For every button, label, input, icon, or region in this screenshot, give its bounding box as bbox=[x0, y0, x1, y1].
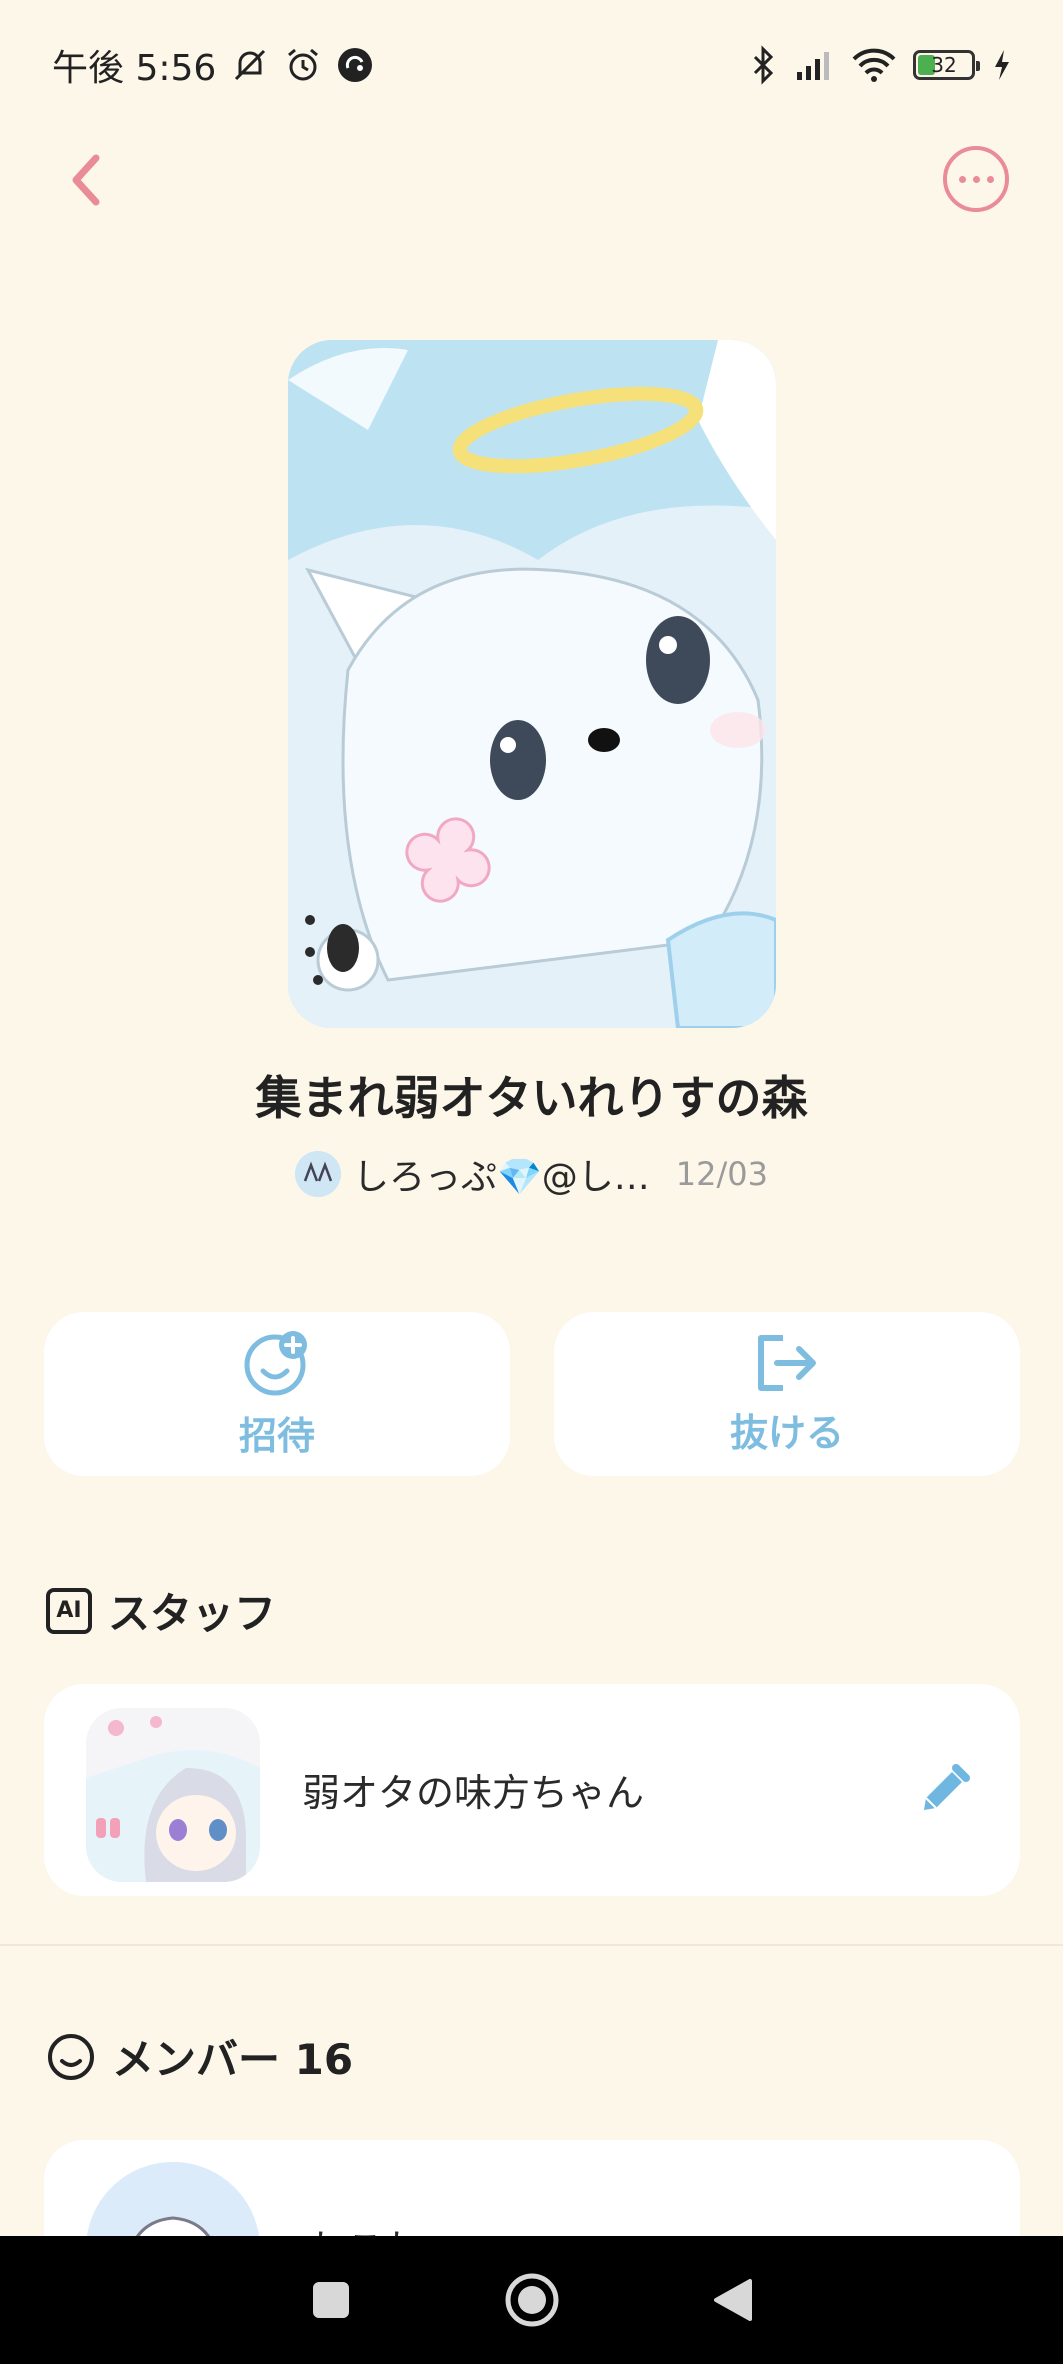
staff-section-heading: AI スタッフ bbox=[46, 1580, 276, 1641]
staff-name: 弱オタの味方ちゃん bbox=[302, 1771, 645, 1815]
system-back-button[interactable] bbox=[698, 2265, 768, 2335]
more-horizontal-icon bbox=[958, 175, 966, 183]
members-heading-label: メンバー 16 bbox=[112, 2035, 354, 2084]
system-nav-bar bbox=[0, 2236, 1063, 2364]
section-divider bbox=[0, 1944, 1063, 1946]
mute-icon bbox=[230, 45, 270, 85]
battery-icon: 32 bbox=[913, 50, 980, 80]
staff-list-item[interactable]: 弱オタの味方ちゃん bbox=[44, 1684, 1020, 1896]
bluetooth-icon bbox=[749, 45, 779, 85]
owner-row[interactable]: しろっぷ💎@し… 12/03 bbox=[0, 1148, 1063, 1200]
more-dot bbox=[972, 175, 980, 183]
charging-icon bbox=[991, 48, 1013, 82]
top-nav bbox=[0, 130, 1063, 226]
fox-illustration bbox=[288, 340, 776, 1028]
home-circle-icon bbox=[505, 2273, 558, 2327]
invite-button[interactable]: 招待 bbox=[44, 1312, 510, 1476]
vpn-icon bbox=[336, 46, 374, 84]
leave-label: 抜ける bbox=[729, 1410, 844, 1455]
staff-heading-label: スタッフ bbox=[108, 1589, 277, 1638]
exit-icon bbox=[758, 1334, 816, 1391]
members-section-heading: メンバー 16 bbox=[46, 2026, 353, 2087]
status-right: 32 bbox=[749, 45, 1013, 85]
square-icon bbox=[312, 2282, 349, 2318]
owner-avatar bbox=[294, 1151, 341, 1197]
status-time: 午後 5:56 bbox=[52, 48, 217, 89]
owner-name: しろっぷ💎@し… bbox=[352, 1157, 650, 1198]
pencil-icon bbox=[924, 1764, 970, 1810]
group-title: 集まれ弱オタいれりすの森 bbox=[255, 1071, 808, 1125]
wifi-icon bbox=[851, 47, 897, 83]
status-bar: 午後 5:56 32 bbox=[0, 0, 1063, 130]
alarm-icon bbox=[284, 46, 322, 84]
ai-badge-icon: AI bbox=[46, 1587, 92, 1634]
staff-avatar bbox=[86, 1708, 260, 1882]
invite-icon bbox=[244, 1330, 307, 1395]
smile-icon bbox=[48, 2033, 94, 2080]
triangle-back-icon bbox=[713, 2279, 752, 2321]
leave-button[interactable]: 抜ける bbox=[554, 1312, 1020, 1476]
home-button[interactable] bbox=[497, 2265, 567, 2335]
signal-icon bbox=[795, 48, 835, 82]
chevron-left-icon bbox=[72, 154, 100, 206]
created-date: 12/03 bbox=[675, 1155, 769, 1193]
more-dot bbox=[986, 175, 994, 183]
group-cover-image[interactable] bbox=[288, 340, 776, 1028]
back-button[interactable] bbox=[56, 150, 116, 210]
status-left: 午後 5:56 bbox=[52, 39, 374, 91]
battery-level: 32 bbox=[931, 53, 957, 77]
edit-staff-button[interactable] bbox=[916, 1762, 972, 1818]
recent-apps-button[interactable] bbox=[296, 2265, 366, 2335]
invite-label: 招待 bbox=[238, 1413, 315, 1458]
more-options-button[interactable] bbox=[943, 146, 1009, 212]
